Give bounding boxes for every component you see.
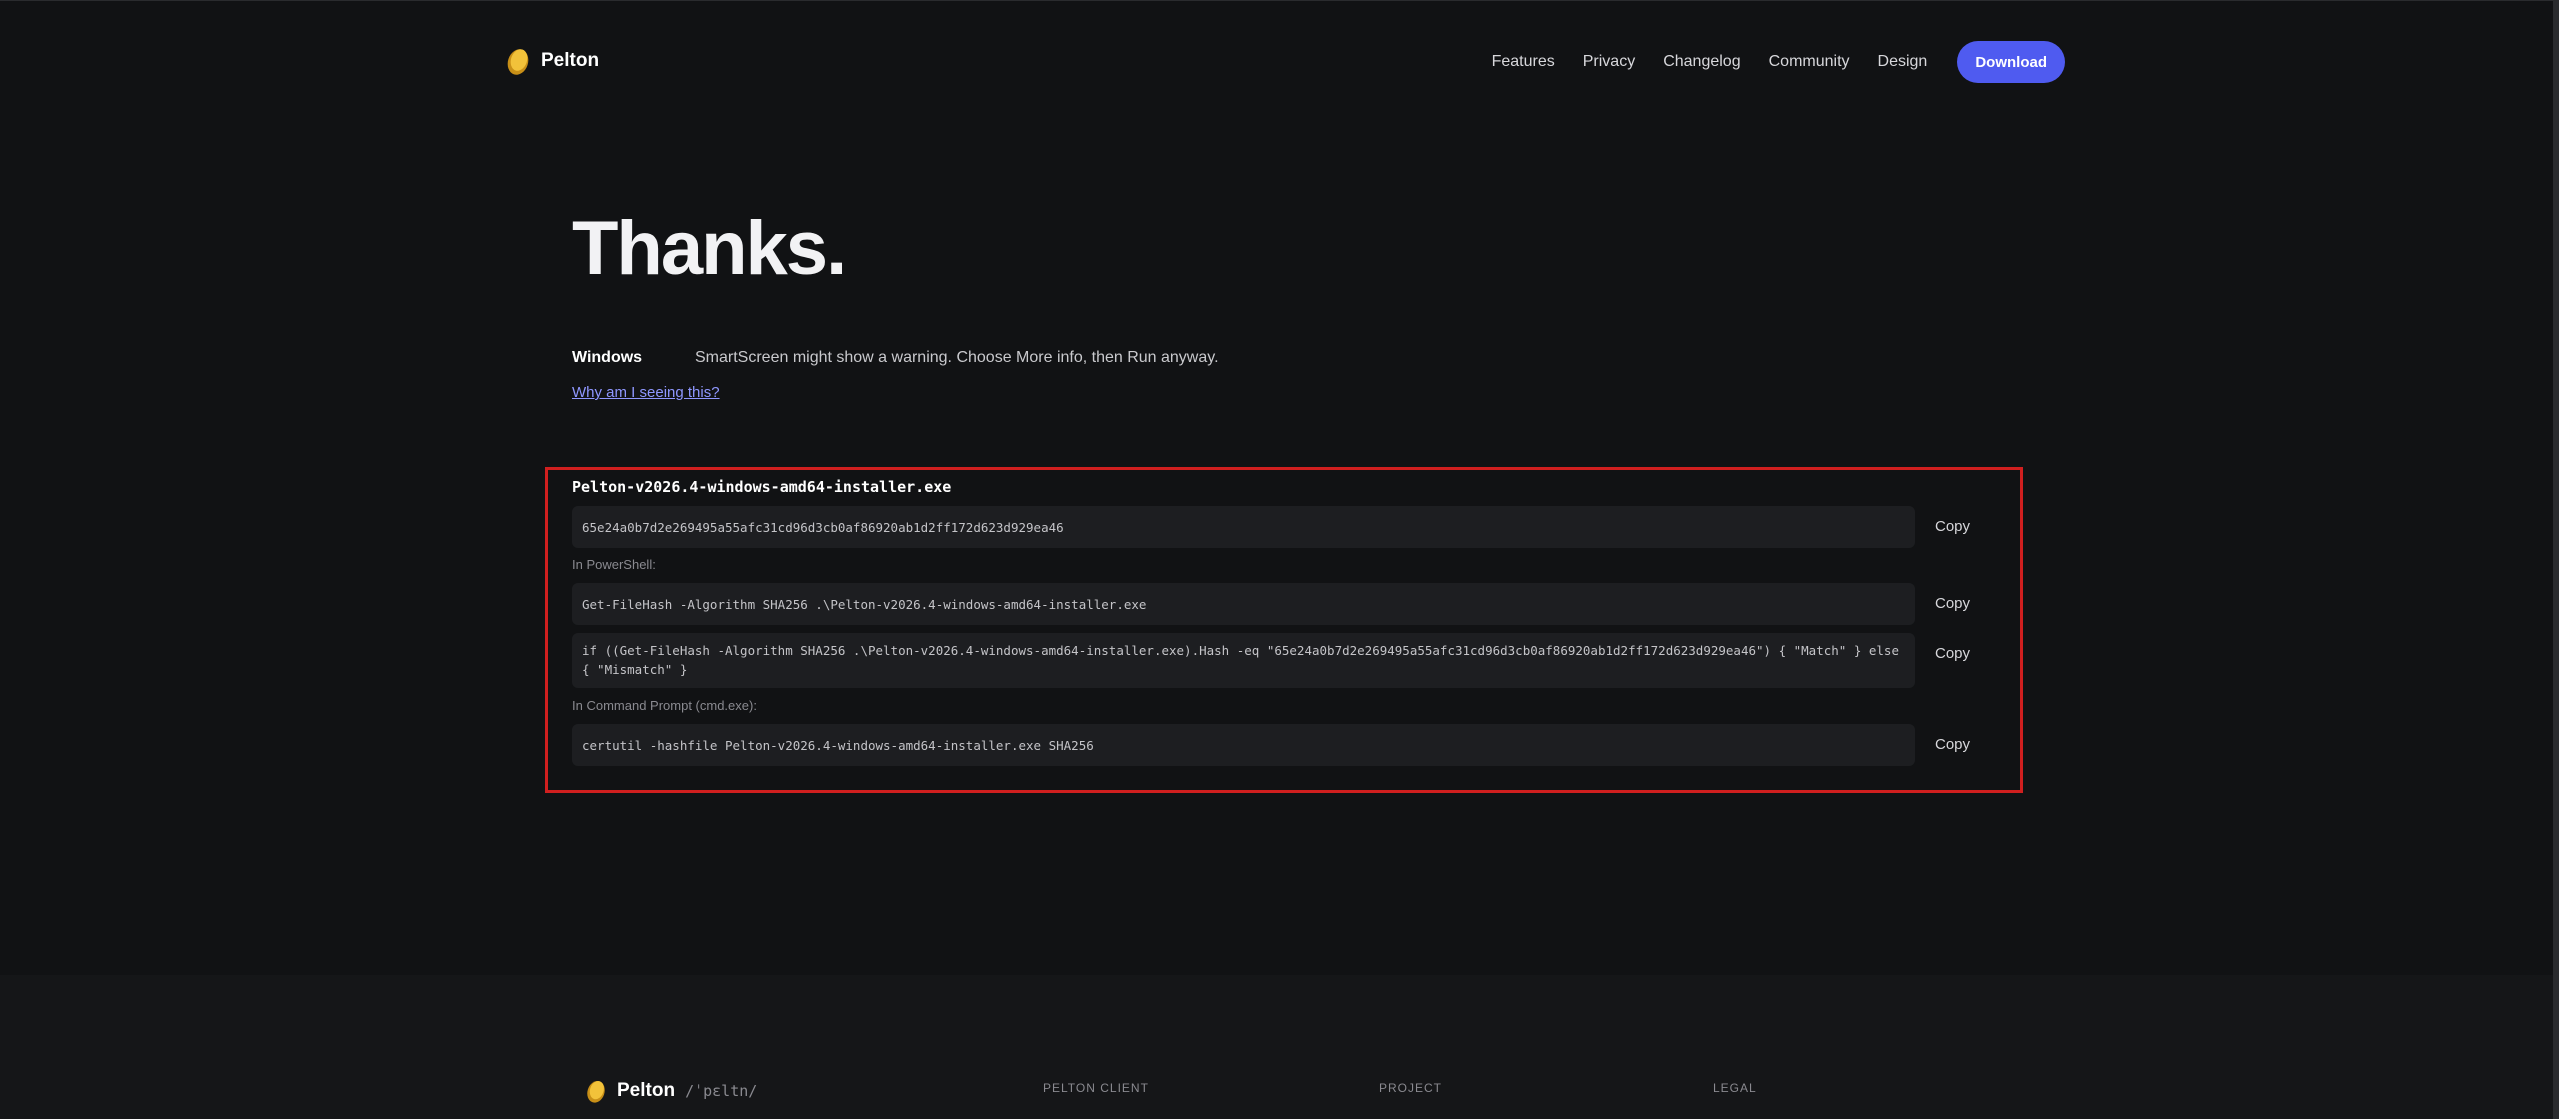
- installer-filename: Pelton-v2026.4-windows-amd64-installer.e…: [572, 478, 952, 496]
- copy-powershell-check-button[interactable]: Copy: [1935, 645, 1970, 662]
- top-nav: Pelton Features Privacy Changelog Commun…: [505, 40, 2065, 84]
- nav-link-design[interactable]: Design: [1878, 53, 1928, 71]
- nav-link-community[interactable]: Community: [1769, 53, 1850, 71]
- page-title: Thanks.: [572, 206, 847, 291]
- pronunciation: /ˈpɛltn/: [685, 1082, 758, 1100]
- hash-value: 65e24a0b7d2e269495a55afc31cd96d3cb0af869…: [572, 506, 1915, 548]
- footer-heading-project: PROJECT: [1379, 1081, 1443, 1095]
- nav-link-features[interactable]: Features: [1492, 53, 1555, 71]
- cmd-label: In Command Prompt (cmd.exe):: [572, 698, 757, 713]
- nav-link-changelog[interactable]: Changelog: [1663, 53, 1740, 71]
- why-link[interactable]: Why am I seeing this?: [572, 384, 720, 401]
- nav-links: Features Privacy Changelog Community Des…: [1492, 40, 2065, 84]
- footer-brand[interactable]: Pelton /ˈpɛltn/: [585, 1078, 757, 1104]
- copy-cmd-button[interactable]: Copy: [1935, 736, 1970, 753]
- cmd-command: certutil -hashfile Pelton-v2026.4-window…: [572, 724, 1915, 766]
- brand-name: Pelton: [541, 50, 600, 71]
- os-label: Windows: [572, 349, 643, 366]
- footer-brand-name: Pelton: [617, 1080, 676, 1101]
- pelton-logo-icon: [587, 1081, 605, 1103]
- footer-heading-legal: LEGAL: [1713, 1081, 1757, 1095]
- smartscreen-note: SmartScreen might show a warning. Choose…: [695, 349, 1219, 366]
- top-border: [0, 0, 2559, 1]
- powershell-command: Get-FileHash -Algorithm SHA256 .\Pelton-…: [572, 583, 1915, 625]
- copy-powershell-button[interactable]: Copy: [1935, 595, 1970, 612]
- powershell-check-command: if ((Get-FileHash -Algorithm SHA256 .\Pe…: [572, 633, 1915, 688]
- brand-home-link[interactable]: Pelton: [505, 46, 599, 76]
- powershell-label: In PowerShell:: [572, 557, 656, 572]
- copy-hash-button[interactable]: Copy: [1935, 518, 1970, 535]
- nav-link-privacy[interactable]: Privacy: [1583, 53, 1635, 71]
- footer-heading-client: PELTON CLIENT: [1043, 1081, 1149, 1095]
- download-button[interactable]: Download: [1957, 41, 2065, 83]
- os-warning-row: Windows SmartScreen might show a warning…: [572, 349, 1219, 367]
- pelton-logo-icon: [507, 49, 529, 75]
- scrollbar[interactable]: [2553, 0, 2559, 1119]
- footer: [0, 975, 2553, 1119]
